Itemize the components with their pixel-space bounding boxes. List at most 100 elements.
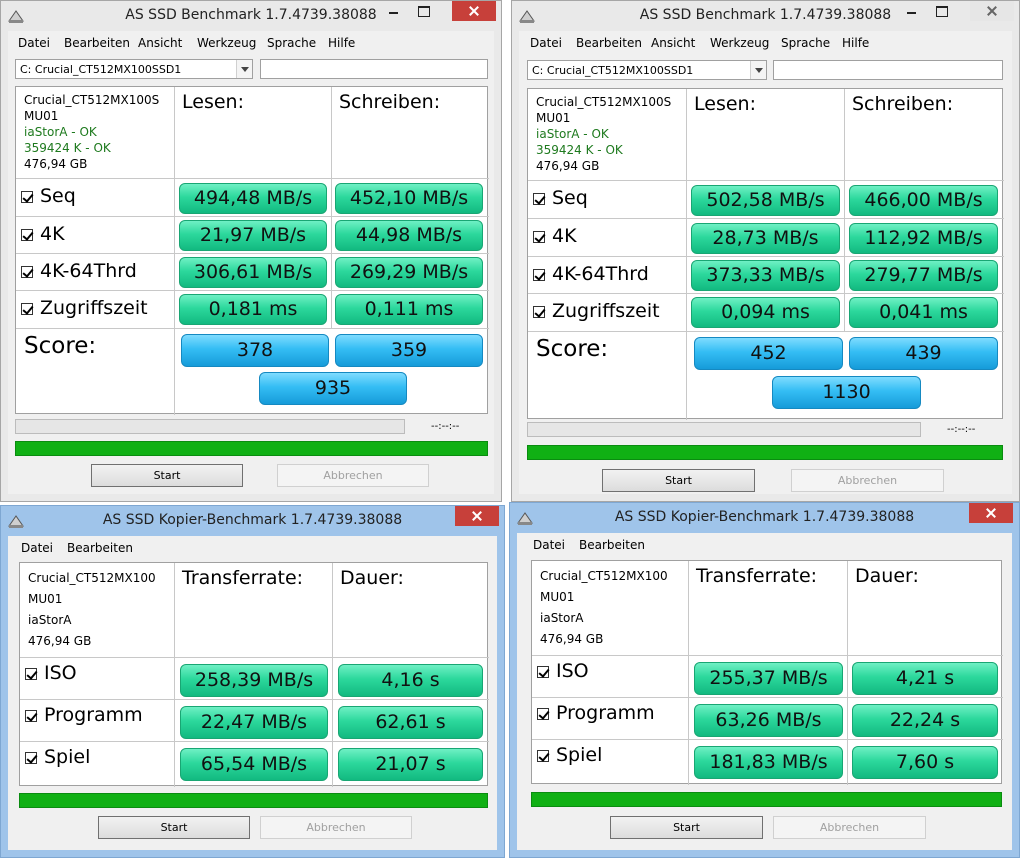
minimize-icon[interactable] — [379, 1, 408, 21]
results-grid: Crucial_CT512MX100S MU01 iaStorA - OK 35… — [527, 88, 1004, 420]
window-client: Datei Bearbeiten Ansicht Werkzeug Sprach… — [8, 31, 494, 494]
checkbox-checked-icon[interactable] — [21, 191, 33, 203]
score-total: 1130 — [772, 376, 921, 409]
result-access-write: 0,041 ms — [849, 297, 998, 328]
result-spiel-rate: 181,83 MB/s — [694, 746, 843, 779]
result-iso-rate: 258,39 MB/s — [180, 664, 328, 697]
checkbox-checked-icon[interactable] — [21, 266, 33, 278]
cancel-button[interactable]: Abbrechen — [791, 469, 944, 492]
drive-textbox[interactable] — [773, 60, 1003, 80]
menu-bearbeiten[interactable]: Bearbeiten — [579, 538, 645, 552]
drive-info: Crucial_CT512MX100S MU01 iaStorA - OK 35… — [16, 87, 175, 179]
title-bar[interactable]: AS SSD Benchmark 1.7.4739.38088 — [1, 1, 501, 31]
cancel-button[interactable]: Abbrechen — [260, 816, 412, 839]
menu-datei[interactable]: Datei — [18, 36, 50, 50]
row-label-seq[interactable]: Seq — [528, 181, 687, 219]
row-label-iso[interactable]: ISO — [20, 658, 175, 700]
menu-werkzeug[interactable]: Werkzeug — [710, 36, 769, 50]
menu-ansicht[interactable]: Ansicht — [138, 36, 182, 50]
maximize-icon[interactable] — [927, 1, 956, 21]
progress-bar-current — [15, 419, 405, 434]
alignment-status: 359424 K - OK — [536, 143, 623, 157]
result-4k-write: 44,98 MB/s — [335, 220, 483, 251]
menu-hilfe[interactable]: Hilfe — [842, 36, 869, 50]
checkbox-checked-icon[interactable] — [537, 666, 549, 678]
window-client: Datei Bearbeiten Ansicht Werkzeug Sprach… — [519, 31, 1012, 494]
menu-bearbeiten[interactable]: Bearbeiten — [67, 541, 133, 555]
result-programm-duration: 22,24 s — [852, 704, 998, 737]
cancel-button[interactable]: Abbrechen — [277, 464, 429, 487]
score-read: 378 — [181, 334, 329, 367]
start-button[interactable]: Start — [91, 464, 243, 487]
copy-results-grid: Crucial_CT512MX100 MU01 iaStorA 476,94 G… — [19, 562, 489, 787]
row-label-4k[interactable]: 4K — [528, 219, 687, 257]
menu-bearbeiten[interactable]: Bearbeiten — [64, 36, 130, 50]
title-bar[interactable]: AS SSD Benchmark 1.7.4739.38088 — [512, 1, 1019, 31]
menu-datei[interactable]: Datei — [21, 541, 53, 555]
checkbox-checked-icon[interactable] — [533, 193, 545, 205]
row-label-iso[interactable]: ISO — [532, 656, 689, 698]
row-label-zugriffszeit[interactable]: Zugriffszeit — [16, 291, 175, 329]
result-seq-write: 452,10 MB/s — [335, 183, 483, 214]
checkbox-checked-icon[interactable] — [21, 303, 33, 315]
menu-sprache[interactable]: Sprache — [781, 36, 830, 50]
menu-werkzeug[interactable]: Werkzeug — [197, 36, 256, 50]
results-grid: Crucial_CT512MX100S MU01 iaStorA - OK 35… — [15, 86, 489, 415]
menu-datei[interactable]: Datei — [530, 36, 562, 50]
start-button[interactable]: Start — [98, 816, 250, 839]
row-label-spiel[interactable]: Spiel — [20, 742, 175, 787]
drive-select[interactable]: C: Crucial_CT512MX100SSD1 — [15, 59, 253, 79]
checkbox-checked-icon[interactable] — [533, 269, 545, 281]
close-icon[interactable] — [452, 1, 496, 21]
maximize-icon[interactable] — [409, 1, 438, 21]
chevron-down-icon[interactable] — [750, 61, 766, 79]
result-programm-rate: 22,47 MB/s — [180, 706, 328, 739]
menu-hilfe[interactable]: Hilfe — [328, 36, 355, 50]
row-label-programm[interactable]: Programm — [532, 698, 689, 740]
row-label-seq[interactable]: Seq — [16, 179, 175, 217]
drive-model: Crucial_CT512MX100S — [536, 95, 672, 109]
result-4k64-read: 306,61 MB/s — [179, 257, 327, 288]
checkbox-checked-icon[interactable] — [25, 668, 37, 680]
result-4k-read: 21,97 MB/s — [179, 220, 327, 251]
close-icon[interactable] — [970, 1, 1014, 21]
row-label-4k-64thrd[interactable]: 4K-64Thrd — [16, 254, 175, 291]
title-bar[interactable]: AS SSD Kopier-Benchmark 1.7.4739.38088 — [1, 506, 504, 536]
benchmark-window-1: AS SSD Benchmark 1.7.4739.38088 Datei Be… — [0, 0, 502, 502]
drive-textbox[interactable] — [260, 59, 488, 79]
drive-select[interactable]: C: Crucial_CT512MX100SSD1 — [527, 60, 767, 80]
result-iso-duration: 4,16 s — [338, 664, 483, 697]
start-button[interactable]: Start — [610, 816, 763, 839]
start-button[interactable]: Start — [602, 469, 755, 492]
checkbox-checked-icon[interactable] — [21, 229, 33, 241]
menu-bearbeiten[interactable]: Bearbeiten — [576, 36, 642, 50]
menu-sprache[interactable]: Sprache — [267, 36, 316, 50]
score-label: Score: — [528, 332, 687, 420]
checkbox-checked-icon[interactable] — [533, 306, 545, 318]
row-label-4k-64thrd[interactable]: 4K-64Thrd — [528, 257, 687, 294]
menu-datei[interactable]: Datei — [533, 538, 565, 552]
checkbox-checked-icon[interactable] — [25, 752, 37, 764]
row-label-spiel[interactable]: Spiel — [532, 740, 689, 785]
checkbox-checked-icon[interactable] — [25, 710, 37, 722]
row-label-4k[interactable]: 4K — [16, 217, 175, 254]
row-label-zugriffszeit[interactable]: Zugriffszeit — [528, 294, 687, 332]
drive-info: Crucial_CT512MX100 MU01 iaStorA 476,94 G… — [532, 561, 689, 656]
close-icon[interactable] — [969, 503, 1013, 523]
progress-bar-total — [19, 793, 488, 808]
title-bar[interactable]: AS SSD Kopier-Benchmark 1.7.4739.38088 — [510, 503, 1019, 533]
result-access-read: 0,094 ms — [691, 297, 840, 328]
chevron-down-icon[interactable] — [236, 60, 252, 78]
driver-name: iaStorA — [28, 613, 72, 627]
row-label-programm[interactable]: Programm — [20, 700, 175, 742]
score-total: 935 — [259, 372, 407, 405]
close-icon[interactable] — [455, 506, 499, 526]
result-iso-rate: 255,37 MB/s — [694, 662, 843, 695]
checkbox-checked-icon[interactable] — [537, 750, 549, 762]
menu-ansicht[interactable]: Ansicht — [651, 36, 695, 50]
checkbox-checked-icon[interactable] — [533, 231, 545, 243]
checkbox-checked-icon[interactable] — [537, 708, 549, 720]
cancel-button[interactable]: Abbrechen — [773, 816, 926, 839]
progress-bar-total — [527, 445, 1003, 460]
minimize-icon[interactable] — [897, 1, 926, 21]
